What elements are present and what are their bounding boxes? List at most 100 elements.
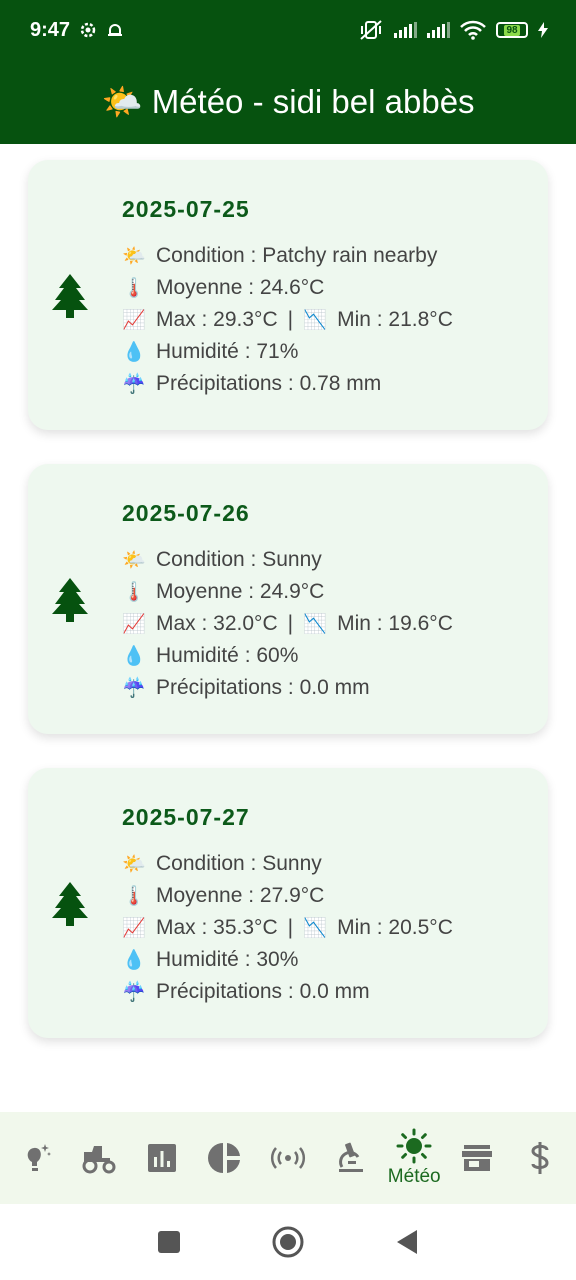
battery-level: 98 (504, 24, 520, 36)
app-bar: 🌤️ Météo - sidi bel abbès (0, 60, 576, 144)
sun-cloud-icon: 🌤️ (122, 854, 146, 875)
pie-chart-icon (207, 1143, 240, 1173)
condition-text: Condition : Sunny (156, 548, 322, 571)
sun-cloud-icon: 🌤️ (122, 550, 146, 571)
status-time: 9:47 (30, 18, 71, 41)
droplet-icon: 💧 (122, 342, 146, 363)
chart-up-icon: 📈 (122, 614, 146, 635)
chart-up-icon: 📈 (122, 918, 146, 939)
charging-bolt-icon (538, 22, 548, 38)
vibrate-off-icon (360, 20, 382, 40)
chart-down-icon: 📉 (303, 614, 327, 635)
average-temp-row: 🌡️ Moyenne : 24.9°C (122, 576, 453, 608)
nav-meteo[interactable]: Météo (384, 1128, 444, 1188)
bar-chart-icon (147, 1144, 176, 1172)
status-bar: 9:47 98 (0, 0, 576, 60)
forecast-date: 2025-07-26 (122, 500, 250, 526)
lightbulb-icon (27, 1144, 51, 1171)
battery-icon: 98 (496, 22, 528, 38)
nav-sensors[interactable] (258, 1144, 318, 1172)
precipitation-row: ☔ Précipitations : 0.0 mm (122, 672, 453, 704)
home-circle-icon[interactable] (271, 1225, 305, 1259)
forecast-card: 2025-07-26 🌤️ Condition : Sunny 🌡️ Moyenne… (28, 464, 548, 734)
min-temp-text: Min : 20.5°C (337, 916, 453, 939)
condition-text: Condition : Patchy rain nearby (156, 244, 438, 267)
thermometer-icon: 🌡️ (122, 582, 146, 603)
condition-row: 🌤️ Condition : Sunny (122, 544, 453, 576)
page-title: 🌤️ Météo - sidi bel abbès (101, 82, 475, 120)
system-navigation-bar (0, 1204, 576, 1280)
settings-gear-icon (80, 22, 96, 38)
average-temp-row: 🌡️ Moyenne : 27.9°C (122, 880, 453, 912)
precipitation-row: ☔ Précipitations : 0.0 mm (122, 976, 453, 1008)
umbrella-rain-icon: ☔ (122, 374, 146, 395)
signal-strength-icon-2 (427, 22, 450, 38)
microscope-icon (339, 1142, 364, 1172)
forecast-card: 2025-07-27 🌤️ Condition : Sunny 🌡️ Moyenne… (28, 768, 548, 1038)
nav-store[interactable] (447, 1143, 507, 1173)
min-temp-text: Min : 21.8°C (337, 308, 453, 331)
nav-lightbulb[interactable] (6, 1140, 66, 1176)
tree-icon (52, 882, 88, 926)
max-temp-text: Max : 29.3°C (156, 308, 278, 331)
bottom-navigation: Météo (0, 1112, 576, 1204)
nav-pie-chart[interactable] (195, 1141, 255, 1175)
humidity-row: 💧 Humidité : 60% (122, 640, 453, 672)
humidity-row: 💧 Humidité : 30% (122, 944, 453, 976)
forecast-card: 2025-07-25 🌤️ Condition : Patchy rain nea… (28, 160, 548, 430)
max-min-row: 📈 Max : 35.3°C | 📉 Min : 20.5°C (122, 912, 453, 944)
tree-icon (52, 274, 88, 318)
average-temp-text: Moyenne : 24.6°C (156, 276, 325, 299)
precipitation-row: ☔ Précipitations : 0.78 mm (122, 368, 453, 400)
chart-down-icon: 📉 (303, 310, 327, 331)
dollar-icon (531, 1142, 549, 1174)
chart-up-icon: 📈 (122, 310, 146, 331)
alarm-bell-icon (108, 24, 123, 36)
max-min-row: 📈 Max : 29.3°C | 📉 Min : 21.8°C (122, 304, 453, 336)
humidity-text: Humidité : 30% (156, 948, 299, 971)
wifi-icon (460, 20, 486, 40)
separator: | (287, 612, 294, 635)
nav-finance[interactable] (510, 1141, 570, 1175)
max-temp-text: Max : 32.0°C (156, 612, 278, 635)
humidity-text: Humidité : 71% (156, 340, 299, 363)
tree-icon (52, 578, 88, 622)
sun-icon (396, 1128, 432, 1164)
sun-cloud-icon: 🌤️ (122, 246, 146, 267)
precipitation-text: Précipitations : 0.0 mm (156, 980, 370, 1003)
forecast-date: 2025-07-27 (122, 804, 250, 830)
condition-row: 🌤️ Condition : Sunny (122, 848, 453, 880)
average-temp-row: 🌡️ Moyenne : 24.6°C (122, 272, 453, 304)
thermometer-icon: 🌡️ (122, 886, 146, 907)
precipitation-text: Précipitations : 0.78 mm (156, 372, 382, 395)
tractor-icon (82, 1146, 116, 1174)
chart-down-icon: 📉 (303, 918, 327, 939)
condition-text: Condition : Sunny (156, 852, 322, 875)
separator: | (287, 916, 294, 939)
separator: | (287, 308, 294, 331)
signal-strength-icon (394, 22, 417, 38)
nav-tractor[interactable] (69, 1142, 129, 1174)
nav-bar-chart[interactable] (132, 1143, 192, 1173)
store-icon (462, 1145, 493, 1171)
nav-meteo-label: Météo (387, 1166, 441, 1187)
droplet-icon: 💧 (122, 646, 146, 667)
humidity-text: Humidité : 60% (156, 644, 299, 667)
umbrella-rain-icon: ☔ (122, 982, 146, 1003)
condition-row: 🌤️ Condition : Patchy rain nearby (122, 240, 453, 272)
max-temp-text: Max : 35.3°C (156, 916, 278, 939)
forecast-date: 2025-07-25 (122, 196, 250, 222)
droplet-icon: 💧 (122, 950, 146, 971)
precipitation-text: Précipitations : 0.0 mm (156, 676, 370, 699)
umbrella-rain-icon: ☔ (122, 678, 146, 699)
thermometer-icon: 🌡️ (122, 278, 146, 299)
recents-square-icon[interactable] (157, 1230, 181, 1254)
average-temp-text: Moyenne : 24.9°C (156, 580, 325, 603)
average-temp-text: Moyenne : 27.9°C (156, 884, 325, 907)
humidity-row: 💧 Humidité : 71% (122, 336, 453, 368)
max-min-row: 📈 Max : 32.0°C | 📉 Min : 19.6°C (122, 608, 453, 640)
nav-microscope[interactable] (321, 1141, 381, 1175)
sensor-signal-icon (270, 1147, 305, 1169)
min-temp-text: Min : 19.6°C (337, 612, 453, 635)
back-triangle-icon[interactable] (395, 1229, 419, 1255)
